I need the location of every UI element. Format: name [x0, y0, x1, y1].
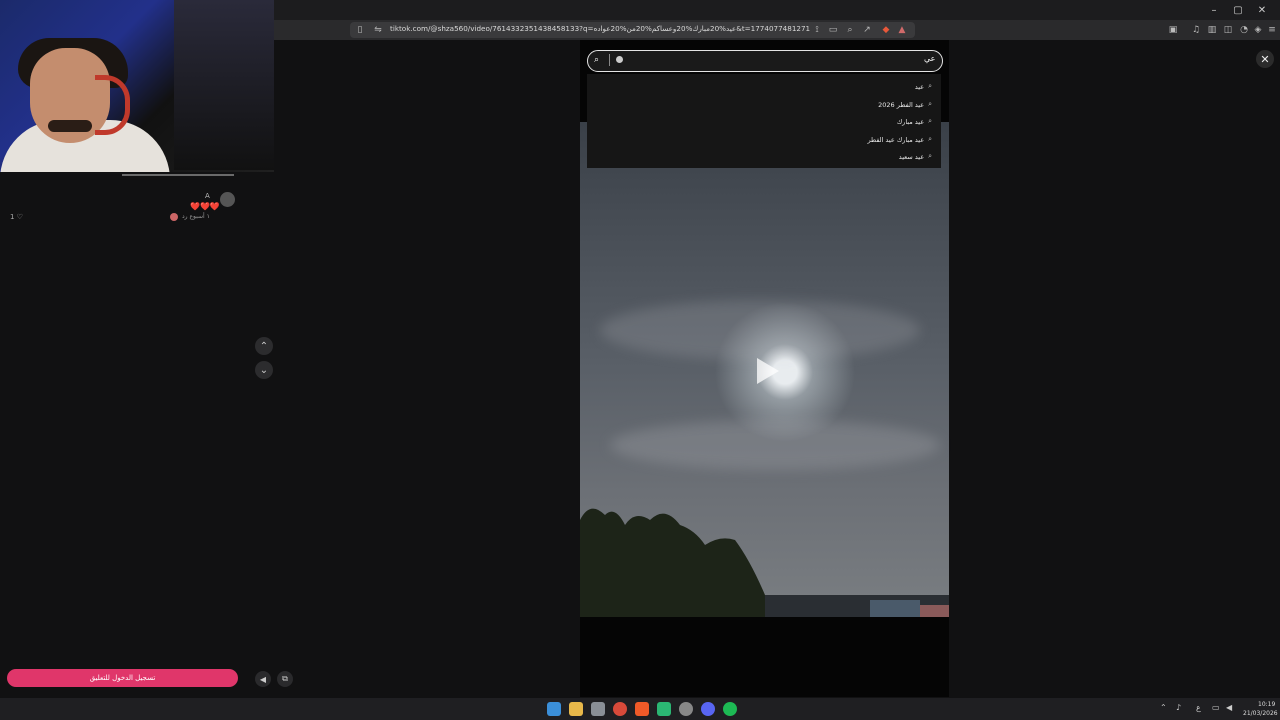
site-info-icon[interactable]: ⇋	[372, 24, 384, 36]
clear-search-icon[interactable]	[616, 56, 623, 63]
discord-icon[interactable]	[701, 702, 715, 716]
clock-time[interactable]: 10:19	[1258, 701, 1275, 708]
volume-tray-icon[interactable]: ◀	[1226, 703, 1232, 712]
suggestion-item[interactable]: عيد سعيد ⌕	[899, 152, 932, 161]
reply-avatar	[170, 213, 178, 221]
start-icon[interactable]	[547, 702, 561, 716]
search-value: عي	[924, 54, 936, 63]
search-icon: ⌕	[928, 135, 932, 143]
rewards-icon[interactable]: ▲	[896, 24, 908, 36]
panel-icon[interactable]: ▥	[1206, 24, 1218, 36]
cast-icon[interactable]: ▭	[827, 24, 839, 36]
spotify-icon[interactable]	[723, 702, 737, 716]
close-icon[interactable]: ✕	[1256, 50, 1274, 68]
share-icon[interactable]: ↗	[861, 24, 873, 36]
suggestion-item[interactable]: عيد مبارك ⌕	[897, 117, 932, 126]
search-icon: ⌕	[928, 117, 932, 125]
app-icon[interactable]	[657, 702, 671, 716]
search-icon: ⌕	[928, 82, 932, 90]
window-controls: – ▢ ✕	[1202, 0, 1274, 20]
search-icon: ⌕	[928, 152, 932, 160]
language-indicator[interactable]: ع	[1196, 703, 1201, 712]
video-cloud	[600, 300, 920, 360]
search-input[interactable]	[587, 50, 943, 72]
suggestion-item[interactable]: عيد ⌕	[915, 82, 932, 91]
webcam-overlay	[0, 0, 274, 172]
video-trees	[580, 508, 949, 617]
url-text: tiktok.com/@shza560/video/76143323514384…	[390, 24, 811, 33]
search-icon: ⌕	[928, 100, 932, 108]
suggestion-label: عيد الفطر 2026	[878, 100, 925, 109]
comment-text: ❤️❤️❤️	[190, 202, 220, 211]
comment-login-label: تسجيل الدخول للتعليق	[89, 674, 156, 682]
brave-icon[interactable]	[635, 702, 649, 716]
microphone-icon[interactable]: ♪	[1176, 703, 1181, 712]
menu-icon[interactable]: ≡	[1266, 24, 1278, 36]
comment-meta[interactable]: ١ أسبوع رد	[182, 213, 210, 220]
search-suggestions	[587, 74, 941, 168]
suggestion-item[interactable]: عيد مبارك عيد الفطر ⌕	[867, 135, 932, 144]
video-cloud	[610, 420, 940, 470]
play-icon[interactable]	[757, 358, 779, 384]
translate-icon[interactable]: ⟟	[811, 24, 823, 36]
zoom-icon[interactable]: ⌕	[844, 24, 856, 36]
file-explorer-icon[interactable]	[569, 702, 583, 716]
media-icon[interactable]: ♫	[1190, 24, 1202, 36]
volume-icon[interactable]: ◀	[255, 671, 271, 687]
browser-titlebar	[274, 0, 1280, 20]
comment-username[interactable]: A	[205, 192, 210, 200]
minimize-button[interactable]: –	[1202, 0, 1226, 20]
divider	[122, 174, 234, 176]
bookmark-icon[interactable]: ▯	[354, 24, 366, 36]
pip-icon[interactable]: ⧉	[277, 671, 293, 687]
clock-date[interactable]: 21/03/2026	[1243, 710, 1278, 717]
sidebar-toggle-icon[interactable]: ▣	[1167, 24, 1179, 36]
search-divider	[609, 54, 610, 66]
profile-icon[interactable]: ◔	[1238, 24, 1250, 36]
close-window-button[interactable]: ✕	[1250, 0, 1274, 20]
comment-avatar[interactable]	[220, 192, 235, 207]
network-icon[interactable]: ▭	[1212, 703, 1220, 712]
store-icon[interactable]	[591, 702, 605, 716]
suggestion-label: عيد مبارك عيد الفطر	[867, 135, 925, 144]
vpn-icon[interactable]: ◈	[1252, 24, 1264, 36]
suggestion-label: عيد سعيد	[898, 152, 925, 161]
comment-like-count[interactable]: 1 ♡	[10, 213, 23, 221]
brave-shield-icon[interactable]: ◆	[880, 24, 892, 36]
search-icon[interactable]: ⌕	[594, 55, 599, 65]
previous-video-button[interactable]: ⌃	[255, 337, 273, 355]
maximize-button[interactable]: ▢	[1226, 0, 1250, 20]
login-to-comment-button[interactable]: تسجيل الدخول للتعليق	[7, 669, 238, 687]
suggestion-item[interactable]: عيد الفطر 2026 ⌕	[878, 100, 932, 109]
tray-overflow-icon[interactable]: ⌃	[1160, 703, 1167, 712]
suggestion-label: عيد مبارك	[896, 117, 925, 126]
obs-icon[interactable]	[679, 702, 693, 716]
next-video-button[interactable]: ⌄	[255, 361, 273, 379]
wallet-icon[interactable]: ◫	[1222, 24, 1234, 36]
suggestion-label: عيد	[914, 82, 925, 91]
chrome-icon[interactable]	[613, 702, 627, 716]
